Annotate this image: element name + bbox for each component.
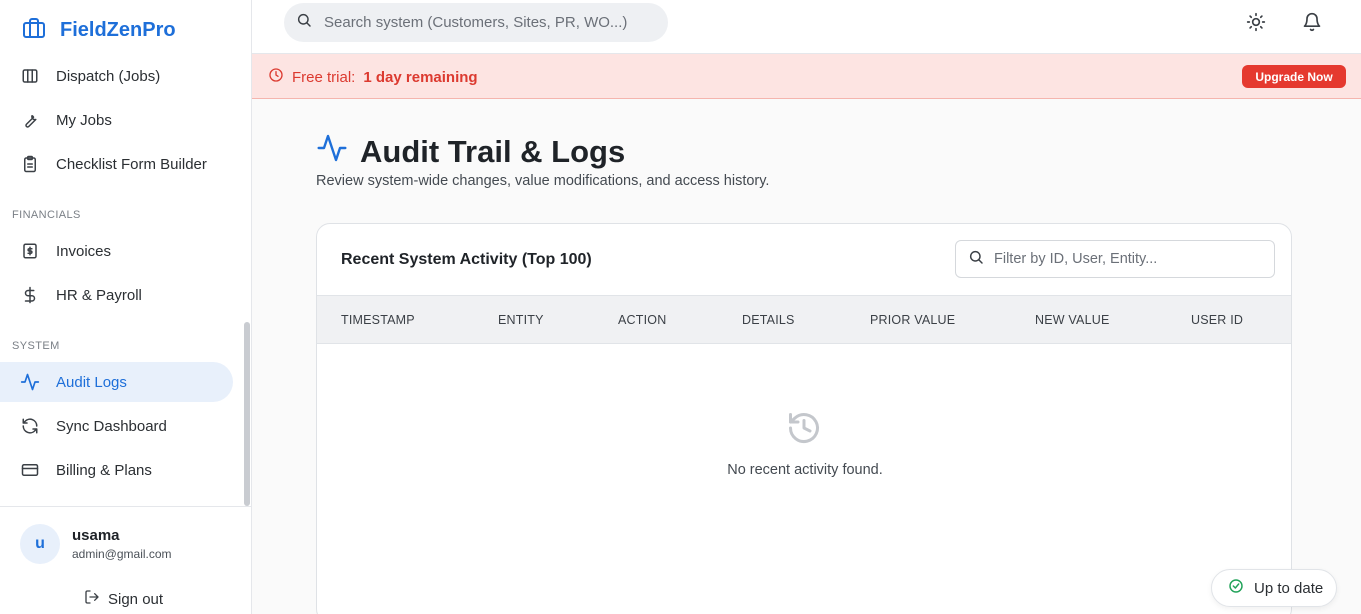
dollar-icon — [20, 285, 40, 305]
sign-out-button[interactable]: Sign out — [84, 589, 163, 609]
page-subtitle: Review system-wide changes, value modifi… — [316, 173, 770, 189]
wrench-icon — [20, 110, 40, 130]
trial-prefix: Free trial: — [292, 68, 356, 86]
sync-status-badge[interactable]: Up to date — [1211, 569, 1337, 607]
brand-name: FieldZenPro — [60, 19, 176, 41]
trial-banner: Free trial: 1 day remaining Upgrade Now — [252, 54, 1361, 99]
user-block: u usama admin@gmail.com Sign out — [0, 506, 251, 614]
global-search[interactable] — [284, 3, 668, 42]
search-input[interactable] — [324, 14, 644, 31]
topbar — [252, 0, 1361, 54]
sidebar-item-label: Sync Dashboard — [56, 417, 167, 435]
trial-remaining: 1 day remaining — [363, 68, 478, 86]
section-label-financials: FINANCIALS — [12, 209, 81, 221]
column-header-timestamp[interactable]: TIMESTAMP — [341, 313, 415, 327]
columns-icon — [20, 66, 40, 86]
sidebar-item-label: Dispatch (Jobs) — [56, 67, 161, 85]
empty-state-text: No recent activity found. — [727, 462, 883, 478]
column-header-details[interactable]: DETAILS — [742, 313, 795, 327]
search-icon — [296, 12, 312, 33]
page-title-text: Audit Trail & Logs — [360, 134, 626, 169]
sidebar-scrollbar[interactable] — [244, 322, 250, 506]
upgrade-now-button[interactable]: Upgrade Now — [1242, 65, 1346, 88]
activity-icon — [316, 132, 348, 172]
column-header-action[interactable]: ACTION — [618, 313, 666, 327]
search-icon — [968, 249, 984, 270]
invoice-dollar-icon — [20, 241, 40, 261]
avatar[interactable]: u — [20, 524, 60, 564]
clock-icon — [268, 67, 284, 87]
sidebar: FieldZenPro Dispatch (Jobs) My Jobs Chec… — [0, 0, 252, 614]
activity-icon — [20, 372, 40, 392]
log-out-icon — [84, 589, 100, 609]
page-title: Audit Trail & Logs — [316, 132, 625, 172]
sidebar-item-checklist-builder[interactable]: Checklist Form Builder — [0, 144, 233, 184]
column-header-entity[interactable]: ENTITY — [498, 313, 544, 327]
sidebar-item-label: My Jobs — [56, 111, 112, 129]
sidebar-item-my-jobs[interactable]: My Jobs — [0, 100, 233, 140]
clipboard-icon — [20, 154, 40, 174]
card-title: Recent System Activity (Top 100) — [341, 251, 592, 268]
column-header-prior-value[interactable]: PRIOR VALUE — [870, 313, 955, 327]
column-header-new-value[interactable]: NEW VALUE — [1035, 313, 1110, 327]
notifications-bell-icon[interactable] — [1301, 11, 1323, 33]
sidebar-item-label: Checklist Form Builder — [56, 155, 207, 173]
brand[interactable]: FieldZenPro — [22, 16, 176, 45]
sidebar-item-label: Invoices — [56, 242, 112, 260]
sidebar-item-billing-plans[interactable]: Billing & Plans — [0, 450, 233, 490]
check-circle-icon — [1228, 578, 1244, 598]
sign-out-label: Sign out — [108, 590, 164, 608]
sidebar-item-invoices[interactable]: Invoices — [0, 231, 233, 271]
filter-field[interactable] — [955, 240, 1275, 278]
sidebar-item-label: Audit Logs — [56, 373, 127, 391]
briefcase-icon — [22, 16, 46, 45]
table-header: TIMESTAMP ENTITY ACTION DETAILS PRIOR VA… — [317, 295, 1291, 344]
activity-card: Recent System Activity (Top 100) TIMESTA… — [316, 223, 1292, 614]
sidebar-item-sync-dashboard[interactable]: Sync Dashboard — [0, 406, 233, 446]
sidebar-item-label: Billing & Plans — [56, 461, 152, 479]
history-icon — [786, 410, 822, 446]
refresh-icon — [20, 416, 40, 436]
sidebar-item-hr-payroll[interactable]: HR & Payroll — [0, 275, 233, 315]
sidebar-item-label: HR & Payroll — [56, 286, 142, 304]
user-name: usama — [72, 527, 120, 544]
sidebar-item-audit-logs[interactable]: Audit Logs — [0, 362, 233, 402]
user-email: admin@gmail.com — [72, 547, 172, 561]
credit-card-icon — [20, 460, 40, 480]
trial-message: Free trial: 1 day remaining — [268, 67, 478, 87]
sidebar-item-dispatch[interactable]: Dispatch (Jobs) — [0, 56, 233, 96]
filter-input[interactable] — [994, 251, 1264, 267]
theme-toggle-sun-icon[interactable] — [1245, 11, 1267, 33]
sync-status-label: Up to date — [1254, 579, 1324, 597]
section-label-system: SYSTEM — [12, 340, 60, 352]
column-header-user-id[interactable]: USER ID — [1191, 313, 1243, 327]
